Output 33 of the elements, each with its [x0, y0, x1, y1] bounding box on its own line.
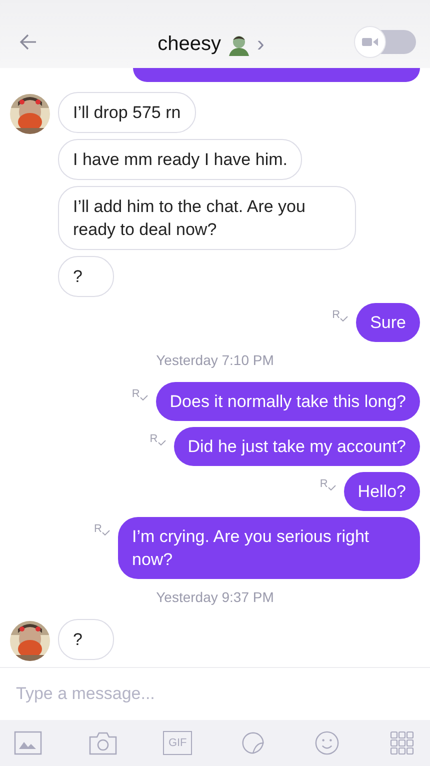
check-icon: [102, 530, 110, 536]
chevron-icon[interactable]: ›: [257, 33, 264, 55]
check-icon: [328, 485, 336, 491]
check-icon: [340, 316, 348, 322]
message-input[interactable]: Type a message...: [16, 684, 414, 704]
chat-title[interactable]: cheesy: [158, 32, 222, 56]
message-bubble: Does it normally take this long?: [156, 382, 420, 421]
check-icon: [158, 440, 166, 446]
message-bubble: I’ll drop 575 rn: [58, 92, 196, 133]
camera-icon[interactable]: [88, 731, 117, 755]
image-icon[interactable]: [14, 731, 42, 755]
grid-icon[interactable]: [388, 731, 416, 755]
message-bubble: Did he just take my account?: [174, 427, 420, 466]
read-receipt-mark: R: [132, 388, 140, 400]
message-bubble: Sure: [356, 303, 420, 342]
message-bubble: I have mm ready I have him.: [58, 139, 302, 180]
message-bubble: Hello?: [344, 472, 420, 511]
gif-button[interactable]: GIF: [163, 731, 192, 755]
smiley-icon[interactable]: [313, 731, 342, 755]
message-bubble: I’m crying. Are you serious right now?: [118, 517, 420, 579]
read-receipt-mark: R: [332, 309, 340, 321]
message-bubble: ?: [58, 256, 114, 297]
timestamp: Yesterday 7:10 PM: [155, 352, 275, 368]
back-arrow-icon[interactable]: [18, 32, 38, 52]
message-bubble: I’ll add him to the chat. Are you ready to deal now?: [58, 186, 356, 250]
read-receipt-mark: R: [94, 523, 102, 535]
read-receipt-mark: R: [150, 433, 158, 445]
timestamp: Yesterday 9:37 PM: [155, 589, 275, 605]
video-camera-icon: [362, 37, 378, 47]
read-receipt-mark: R: [320, 478, 328, 490]
check-icon: [140, 395, 148, 401]
video-toggle[interactable]: [354, 26, 416, 58]
message-bubble: ?: [58, 619, 114, 660]
